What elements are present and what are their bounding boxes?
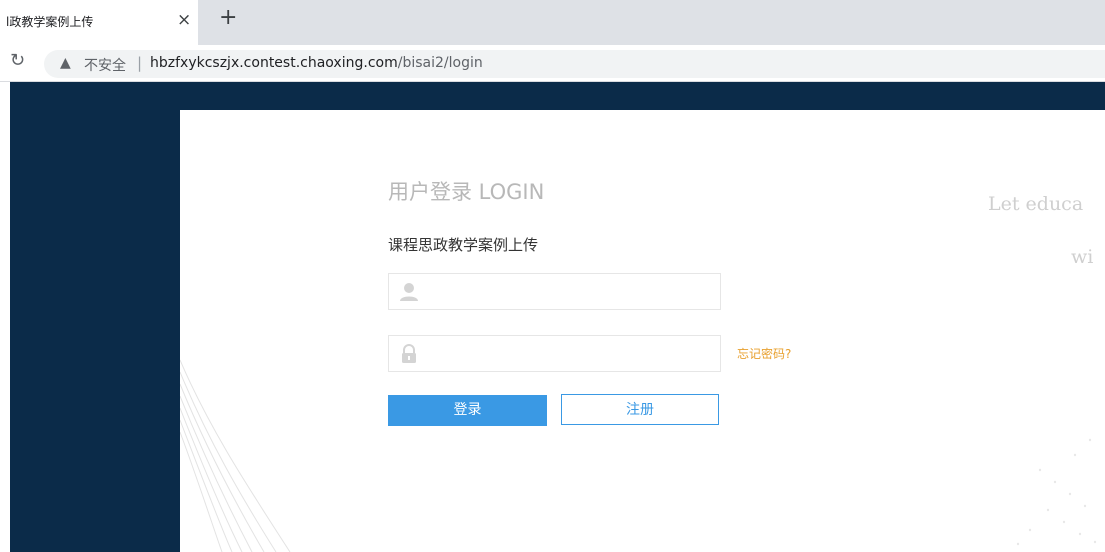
user-icon [400,283,418,301]
username-input[interactable] [433,282,707,304]
forgot-password-link[interactable]: 忘记密码? [737,345,791,362]
browser-toolbar: ↻ ▲ 不安全 | hbzfxykcszjx.contest.chaoxing.… [0,45,1105,82]
browser-tabstrip: l政教学案例上传 × + [0,0,1105,45]
warning-icon[interactable]: ▲ [60,55,71,71]
slogan-line-1: Let educa [988,193,1084,215]
login-button[interactable]: 登录 [388,395,547,426]
url-host: hbzfxykcszjx.contest.chaoxing.com [150,55,398,71]
login-title: 用户登录 LOGIN [388,180,545,204]
lock-icon [402,344,416,363]
password-field[interactable] [388,335,721,372]
new-tab-icon[interactable]: + [219,6,237,30]
separator: | [137,54,143,72]
url-path: /bisai2/login [397,55,483,71]
login-card [180,110,1105,552]
password-input[interactable] [433,344,707,366]
register-button[interactable]: 注册 [561,394,719,425]
tab-title: l政教学案例上传 [6,15,94,29]
decorative-waves [180,359,1097,552]
insecure-label[interactable]: 不安全 [84,55,126,75]
slogan-line-2: wi [1071,246,1094,268]
form-subtitle: 课程思政教学案例上传 [388,236,539,254]
url-text[interactable]: hbzfxykcszjx.contest.chaoxing.com/bisai2… [150,55,483,71]
address-bar[interactable]: ▲ 不安全 | hbzfxykcszjx.contest.chaoxing.co… [44,50,1105,78]
close-icon[interactable]: × [177,10,191,30]
username-field[interactable] [388,273,721,310]
reload-icon[interactable]: ↻ [10,50,25,71]
browser-tab[interactable]: l政教学案例上传 × [0,0,198,45]
